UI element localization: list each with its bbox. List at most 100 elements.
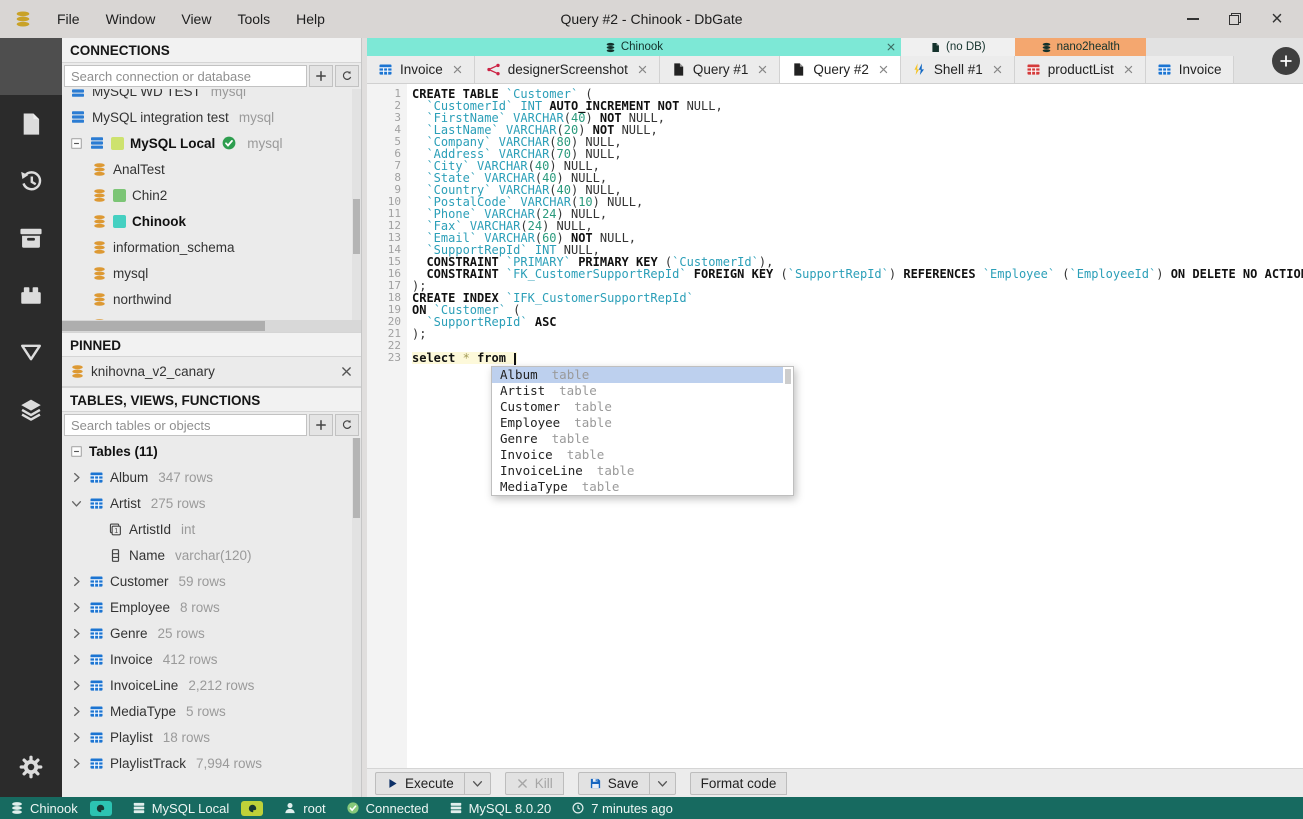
- refresh-connections-button[interactable]: [335, 65, 359, 87]
- tab-invoice[interactable]: Invoice: [367, 56, 475, 83]
- column-item[interactable]: 1 ArtistId int: [62, 516, 361, 542]
- menu-item-window[interactable]: Window: [93, 0, 169, 38]
- scrollbar-thumb[interactable]: [62, 321, 266, 331]
- tab-invoice[interactable]: Invoice: [1145, 56, 1234, 83]
- objects-vertical-scrollbar[interactable]: [352, 438, 361, 797]
- tables-group-item[interactable]: Tables (11): [62, 438, 361, 464]
- activity-file-button[interactable]: [0, 95, 62, 152]
- add-connection-button[interactable]: [309, 65, 333, 87]
- autocomplete-item[interactable]: Genre table: [492, 431, 783, 447]
- tab-shell-1[interactable]: Shell #1: [900, 56, 1015, 83]
- autocomplete-item[interactable]: MediaType table: [492, 479, 783, 495]
- activity-database-button[interactable]: [0, 38, 62, 95]
- tab-designerscreenshot[interactable]: designerScreenshot: [474, 56, 660, 83]
- table-item[interactable]: MediaType 5 rows: [62, 698, 361, 724]
- connection-item[interactable]: MySQL WD TEST mysql: [62, 89, 361, 104]
- collapse-minus-icon[interactable]: [70, 445, 83, 458]
- column-item[interactable]: Name varchar(120): [62, 542, 361, 568]
- table-item[interactable]: Customer 59 rows: [62, 568, 361, 594]
- chevron-right-icon[interactable]: [70, 471, 83, 484]
- add-object-button[interactable]: [309, 414, 333, 436]
- status-connected[interactable]: Connected: [346, 801, 429, 816]
- table-item[interactable]: InvoiceLine 2,212 rows: [62, 672, 361, 698]
- table-item[interactable]: Playlist 18 rows: [62, 724, 361, 750]
- autocomplete-item[interactable]: Invoice table: [492, 447, 783, 463]
- autocomplete-item[interactable]: Album table: [492, 367, 783, 383]
- color-theme-badge[interactable]: [89, 800, 112, 816]
- table-item[interactable]: Album 347 rows: [62, 464, 361, 490]
- database-item[interactable]: Chinook: [62, 208, 361, 234]
- database-item[interactable]: information_schema: [62, 234, 361, 260]
- status-chinook[interactable]: Chinook: [10, 801, 78, 816]
- close-tab-icon[interactable]: [452, 64, 463, 75]
- database-item[interactable]: Chin2: [62, 182, 361, 208]
- autocomplete-item[interactable]: InvoiceLine table: [492, 463, 783, 479]
- table-item[interactable]: PlaylistTrack 7,994 rows: [62, 750, 361, 776]
- minimize-button[interactable]: [1185, 11, 1201, 27]
- chevron-right-icon[interactable]: [70, 575, 83, 588]
- connection-item[interactable]: MySQL integration test mysql: [62, 104, 361, 130]
- close-tab-icon[interactable]: [878, 64, 889, 75]
- chevron-right-icon[interactable]: [70, 653, 83, 666]
- format-code-button[interactable]: Format code: [689, 771, 788, 795]
- autocomplete-item[interactable]: Customer table: [492, 399, 783, 415]
- status-7-minutes-ago[interactable]: 7 minutes ago: [571, 801, 673, 816]
- activity-archive-button[interactable]: [0, 209, 62, 266]
- status-root[interactable]: root: [283, 801, 326, 816]
- scrollbar-thumb[interactable]: [353, 438, 360, 518]
- connection-item[interactable]: MySQL Local mysql: [62, 130, 361, 156]
- chevron-down-icon[interactable]: [70, 497, 83, 510]
- database-item[interactable]: northwind: [62, 286, 361, 312]
- save-dropdown-button[interactable]: [649, 771, 676, 795]
- color-theme-badge[interactable]: [241, 800, 264, 816]
- collapse-minus-icon[interactable]: [70, 137, 83, 150]
- autocomplete-scrollbar[interactable]: [784, 368, 792, 494]
- chevron-right-icon[interactable]: [70, 679, 83, 692]
- menu-item-file[interactable]: File: [44, 0, 93, 38]
- save-button[interactable]: Save: [577, 771, 650, 795]
- database-item[interactable]: mysql: [62, 260, 361, 286]
- new-tab-button[interactable]: [1272, 46, 1300, 75]
- chevron-right-icon[interactable]: [70, 731, 83, 744]
- tab-query-1[interactable]: Query #1: [659, 56, 781, 83]
- connections-horizontal-scrollbar[interactable]: [62, 320, 361, 332]
- tab-query-2[interactable]: Query #2: [780, 56, 901, 83]
- table-item[interactable]: Employee 8 rows: [62, 594, 361, 620]
- scrollbar-thumb[interactable]: [353, 199, 360, 254]
- autocomplete-item[interactable]: Artist table: [492, 383, 783, 399]
- table-item[interactable]: Genre 25 rows: [62, 620, 361, 646]
- execute-button[interactable]: Execute: [375, 771, 465, 795]
- pinned-item[interactable]: knihovna_v2_canary: [62, 357, 361, 387]
- unpin-close-icon[interactable]: [340, 365, 353, 378]
- database-item[interactable]: AnalTest: [62, 156, 361, 182]
- close-group-icon[interactable]: [886, 42, 896, 52]
- table-item[interactable]: Invoice 412 rows: [62, 646, 361, 672]
- table-item[interactable]: Artist 275 rows: [62, 490, 361, 516]
- close-tab-icon[interactable]: [637, 64, 648, 75]
- status-mysql-8-0-20[interactable]: MySQL 8.0.20: [449, 801, 551, 816]
- close-tab-icon[interactable]: [757, 64, 768, 75]
- refresh-objects-button[interactable]: [335, 414, 359, 436]
- close-button[interactable]: ×: [1269, 8, 1285, 30]
- autocomplete-item[interactable]: Employee table: [492, 415, 783, 431]
- menu-item-tools[interactable]: Tools: [224, 0, 283, 38]
- chevron-right-icon[interactable]: [70, 757, 83, 770]
- chevron-right-icon[interactable]: [70, 705, 83, 718]
- activity-settings-button[interactable]: [0, 737, 62, 797]
- activity-layers-button[interactable]: [0, 380, 62, 437]
- connections-vertical-scrollbar[interactable]: [352, 89, 361, 320]
- connections-search-input[interactable]: [64, 65, 307, 87]
- sql-editor[interactable]: 1 2 3 4 5 6 7 8 9 10 11 12 13 14 15 16 17 18 19 20 21 22 23 CR…: [367, 84, 1303, 768]
- activity-triangle-button[interactable]: [0, 323, 62, 380]
- activity-plugins-button[interactable]: [0, 266, 62, 323]
- activity-history-button[interactable]: [0, 152, 62, 209]
- menu-item-help[interactable]: Help: [283, 0, 338, 38]
- execute-dropdown-button[interactable]: [464, 771, 491, 795]
- close-tab-icon[interactable]: [1123, 64, 1134, 75]
- menu-item-view[interactable]: View: [168, 0, 224, 38]
- chevron-right-icon[interactable]: [70, 627, 83, 640]
- tab-productlist[interactable]: productList: [1014, 56, 1146, 83]
- objects-search-input[interactable]: [64, 414, 307, 436]
- chevron-right-icon[interactable]: [70, 601, 83, 614]
- restore-button[interactable]: [1227, 11, 1243, 27]
